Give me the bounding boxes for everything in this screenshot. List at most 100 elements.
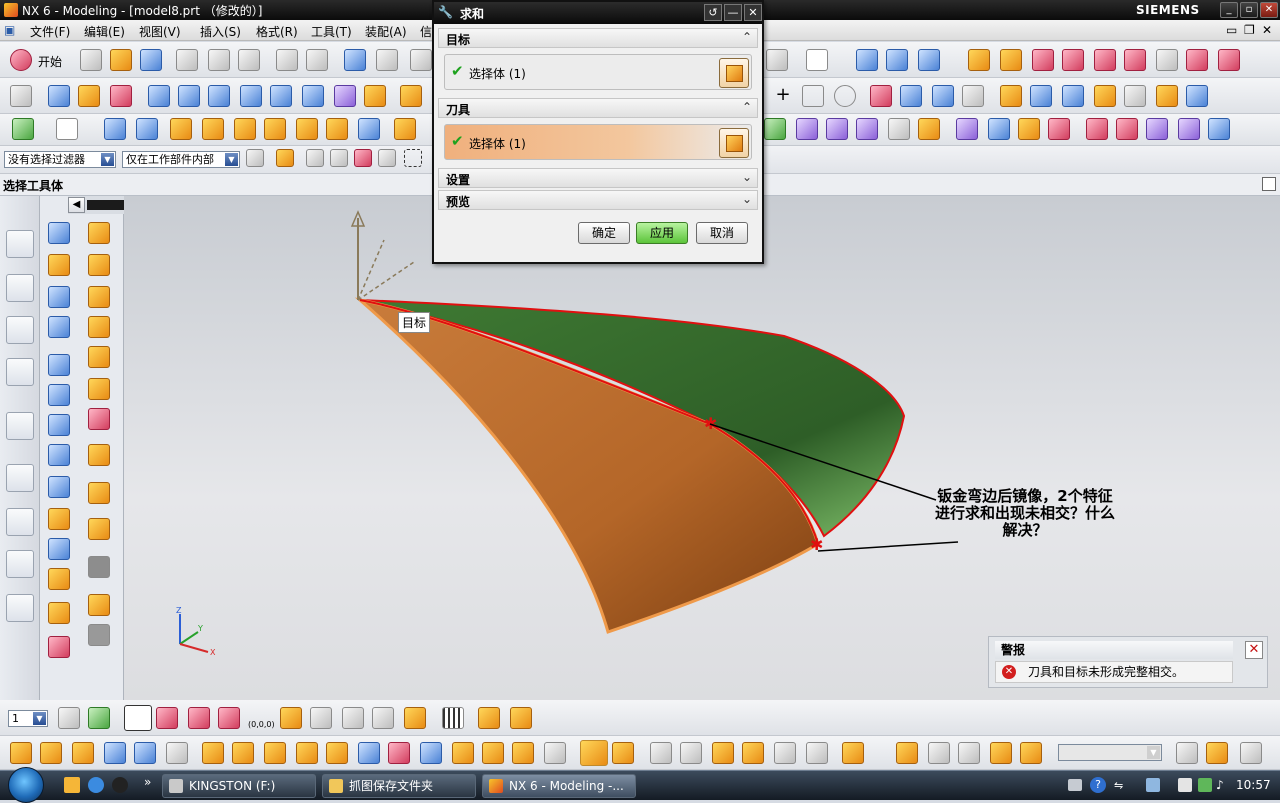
- clock[interactable]: 10:57: [1236, 778, 1271, 792]
- wcs-orient-icon[interactable]: [218, 707, 240, 729]
- reset-icon[interactable]: ↺: [704, 4, 722, 21]
- monitor-icon[interactable]: [1198, 778, 1212, 792]
- network-icon[interactable]: [1146, 778, 1160, 792]
- linkage-icon[interactable]: [958, 742, 980, 764]
- trim-sheet-icon[interactable]: [918, 118, 940, 140]
- menu-format[interactable]: 格式(R): [256, 23, 298, 40]
- copy-icon[interactable]: [208, 49, 230, 71]
- wcs-origin-icon[interactable]: [156, 707, 178, 729]
- collapse-dialog-icon[interactable]: —: [724, 4, 742, 21]
- cleanup-icon[interactable]: [88, 594, 110, 616]
- task-nx[interactable]: NX 6 - Modeling -...: [482, 774, 636, 798]
- ok-button[interactable]: 确定: [578, 222, 630, 244]
- render-style-icon[interactable]: [766, 49, 788, 71]
- transform-icon[interactable]: [376, 49, 398, 71]
- polygon-icon[interactable]: [834, 85, 856, 107]
- grid-surface-icon[interactable]: [956, 118, 978, 140]
- apply-button[interactable]: 应用: [636, 222, 688, 244]
- menu-edit[interactable]: 编辑(E): [84, 23, 125, 40]
- face-blend-icon[interactable]: [1086, 118, 1108, 140]
- scroll-left-button[interactable]: ◀: [68, 197, 85, 213]
- show-product-outline-icon[interactable]: [134, 742, 156, 764]
- flat-pattern-icon[interactable]: [88, 444, 110, 466]
- pocket-icon[interactable]: [234, 118, 256, 140]
- section-preview-header[interactable]: 预览 ⌄: [438, 190, 758, 210]
- start-button-label[interactable]: 开始: [38, 53, 62, 70]
- volume-icon[interactable]: ♪: [1216, 778, 1230, 792]
- part-navigator-icon[interactable]: [6, 230, 34, 258]
- tool-selection-row[interactable]: ✔ 选择体 (1): [444, 124, 752, 160]
- menu-tools[interactable]: 工具(T): [311, 23, 352, 40]
- harness-icon[interactable]: [1206, 742, 1228, 764]
- flat-solid-icon[interactable]: [88, 378, 110, 400]
- color-box-icon[interactable]: [806, 49, 828, 71]
- weld-icon[interactable]: [742, 742, 764, 764]
- convert-icon[interactable]: [88, 482, 110, 504]
- solid-punch-icon[interactable]: [88, 556, 110, 578]
- assembly-constraints-icon[interactable]: [388, 742, 410, 764]
- pipe-icon[interactable]: [1208, 118, 1230, 140]
- delete-face-icon[interactable]: [1178, 118, 1200, 140]
- pad-icon[interactable]: [302, 85, 324, 107]
- bounded-plane-icon[interactable]: [888, 118, 910, 140]
- qq-icon[interactable]: [112, 777, 128, 793]
- layout-icon[interactable]: [10, 85, 32, 107]
- rectangle-select-icon[interactable]: [404, 149, 422, 167]
- ruled-surface-icon[interactable]: [856, 118, 878, 140]
- layer-icon[interactable]: [104, 118, 126, 140]
- filter-settings-icon[interactable]: [246, 149, 264, 167]
- create-array-icon[interactable]: [264, 742, 286, 764]
- fillet-curve-icon[interactable]: [1124, 49, 1146, 71]
- combine-curve-icon[interactable]: [1156, 85, 1178, 107]
- gusset-icon[interactable]: [48, 538, 70, 560]
- nx5-icon[interactable]: [148, 85, 170, 107]
- mesh-surface-icon[interactable]: [764, 118, 786, 140]
- start-icon[interactable]: [10, 49, 32, 71]
- save-wcs-icon[interactable]: [310, 707, 332, 729]
- cue-line-toggle-icon[interactable]: [1262, 177, 1276, 191]
- flange-icon[interactable]: [48, 254, 70, 276]
- system-materials-icon[interactable]: [6, 508, 34, 536]
- display-wcs-icon[interactable]: [280, 707, 302, 729]
- motion-icon[interactable]: [896, 742, 918, 764]
- curvature-icon[interactable]: [1000, 49, 1022, 71]
- dimple-icon[interactable]: [88, 254, 110, 276]
- task-folder[interactable]: 抓图保存文件夹: [322, 774, 476, 798]
- pad-feature-icon[interactable]: [264, 118, 286, 140]
- snap-point-icon[interactable]: [276, 149, 294, 167]
- select-face-icon[interactable]: [354, 149, 372, 167]
- app-menu-icon[interactable]: ▣: [4, 23, 15, 37]
- ie-icon[interactable]: [88, 777, 104, 793]
- replace-component-icon[interactable]: [296, 742, 318, 764]
- slot-icon[interactable]: [296, 118, 318, 140]
- select-arrow-icon[interactable]: [306, 149, 324, 167]
- section-target-header[interactable]: 目标 ⌃: [438, 28, 758, 48]
- through-curves-icon[interactable]: [796, 118, 818, 140]
- remember-constraints-icon[interactable]: [452, 742, 474, 764]
- cut-icon[interactable]: [176, 49, 198, 71]
- reuse-library-icon[interactable]: [6, 358, 34, 386]
- move-object-icon[interactable]: [342, 707, 364, 729]
- assembly-constraint-icon[interactable]: [886, 49, 908, 71]
- scope-filter-select[interactable]: 仅在工作部件内部 ▼: [122, 151, 240, 168]
- break-corner-icon[interactable]: [88, 346, 110, 368]
- swoosh-icon[interactable]: [900, 85, 922, 107]
- rip-corner-icon[interactable]: [88, 518, 110, 540]
- joint-icon[interactable]: [928, 742, 950, 764]
- close-window-button[interactable]: ✕: [1260, 2, 1278, 18]
- menu-assembly[interactable]: 装配(A): [365, 23, 407, 40]
- tag-icon[interactable]: [110, 85, 132, 107]
- open-by-proximity-icon[interactable]: [72, 742, 94, 764]
- paste-icon[interactable]: [238, 49, 260, 71]
- book-icon[interactable]: [48, 85, 70, 107]
- drawn-cutout-icon[interactable]: [88, 286, 110, 308]
- active-assembly-icon[interactable]: [580, 740, 608, 766]
- measure-angle-icon[interactable]: [510, 707, 532, 729]
- gear-icon[interactable]: [990, 742, 1012, 764]
- doc-minimize-icon[interactable]: ▭: [1226, 23, 1237, 37]
- grid-icon[interactable]: [442, 707, 464, 729]
- close-dialog-icon[interactable]: ✕: [744, 4, 762, 21]
- point-icon[interactable]: [1062, 49, 1084, 71]
- wcs-dynamics-icon[interactable]: [124, 705, 152, 731]
- tube-icon[interactable]: [400, 85, 422, 107]
